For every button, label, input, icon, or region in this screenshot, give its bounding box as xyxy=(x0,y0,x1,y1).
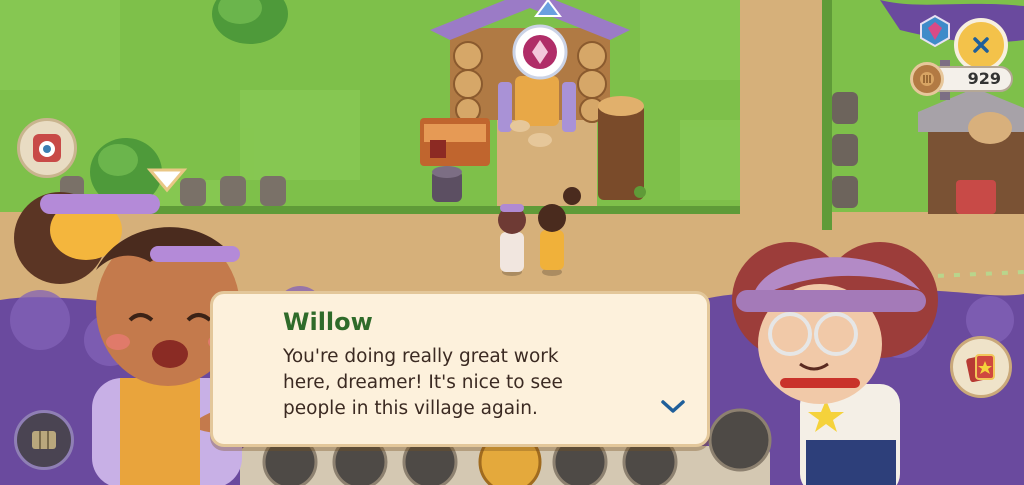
camera-icon xyxy=(33,134,61,162)
dialog-line-1: You're doing really great work xyxy=(283,346,559,367)
coin-icon xyxy=(920,72,934,86)
close-button[interactable] xyxy=(954,18,1008,72)
gem-indicator xyxy=(918,14,952,48)
speaker-name: Willow xyxy=(283,308,373,336)
close-icon xyxy=(973,37,989,53)
cards-button[interactable] xyxy=(950,336,1012,398)
camera-button[interactable] xyxy=(17,118,77,178)
map-button[interactable] xyxy=(14,410,74,470)
continue-button[interactable] xyxy=(655,394,691,420)
dialog-box[interactable]: Willow You're doing really great work he… xyxy=(210,291,710,447)
gem-icon xyxy=(920,14,950,48)
coin-badge xyxy=(910,62,944,96)
villager-portrait xyxy=(732,242,938,485)
coin-count: 929 xyxy=(967,69,1001,88)
map-icon xyxy=(32,431,56,449)
dialog-line-2: here, dreamer! It's nice to see xyxy=(283,372,563,393)
dialog-line-3: people in this village again. xyxy=(283,398,538,419)
chevron-down-icon xyxy=(661,400,685,413)
cards-icon xyxy=(966,354,995,383)
